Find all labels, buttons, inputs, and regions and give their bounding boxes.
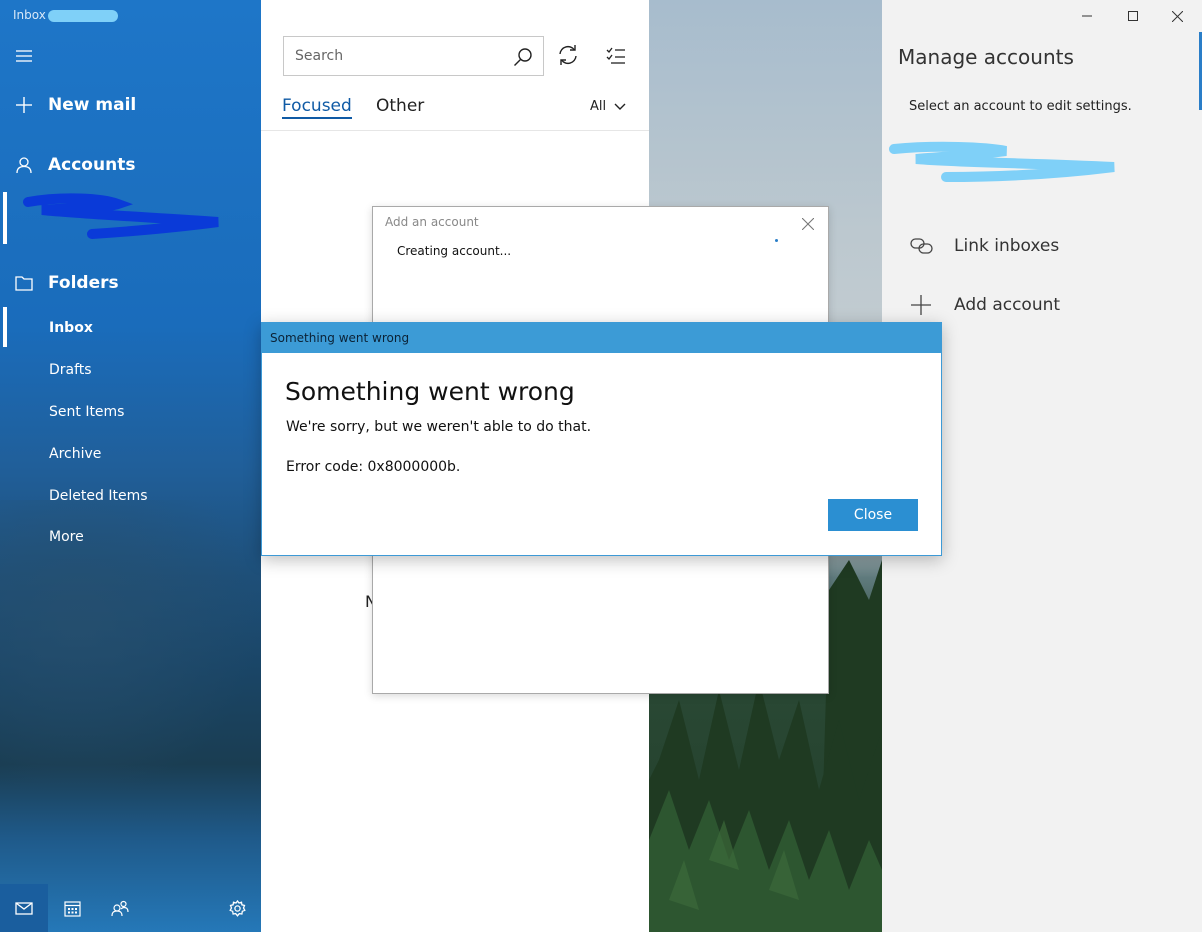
bottom-nav-spacer <box>144 884 213 932</box>
select-mode-icon[interactable] <box>605 44 627 66</box>
maximize-button[interactable] <box>1114 4 1152 28</box>
link-icon <box>910 237 954 255</box>
progress-spinner <box>775 239 778 242</box>
mail-icon <box>15 901 33 915</box>
link-inboxes-button[interactable]: Link inboxes <box>910 236 1059 256</box>
close-icon <box>1171 10 1183 22</box>
maximize-icon <box>1128 11 1138 21</box>
folders-button[interactable]: Folders <box>0 270 261 296</box>
calendar-nav-button[interactable] <box>48 884 96 932</box>
close-button[interactable]: Close <box>828 499 918 531</box>
accounts-button[interactable]: Accounts <box>0 152 261 178</box>
error-heading: Something went wrong <box>285 377 575 406</box>
people-icon <box>111 900 129 916</box>
filter-label: All <box>590 99 607 114</box>
calendar-icon <box>63 900 81 917</box>
folder-item-inbox[interactable]: Inbox <box>0 317 261 339</box>
window-titlebar <box>882 0 1202 32</box>
settings-nav-button[interactable] <box>213 884 261 932</box>
window-title: Inbox <box>13 8 118 22</box>
folder-item-sent-items[interactable]: Sent Items <box>0 401 261 423</box>
folder-item-deleted-items[interactable]: Deleted Items <box>0 485 261 507</box>
add-account-label: Add account <box>954 295 1061 315</box>
search-input[interactable] <box>284 47 504 65</box>
manage-accounts-subtitle: Select an account to edit settings. <box>909 99 1132 114</box>
new-mail-label: New mail <box>48 95 137 115</box>
settings-icon <box>228 899 246 917</box>
chevron-down-icon <box>614 103 626 110</box>
minimize-button[interactable] <box>1068 4 1106 28</box>
folder-item-drafts[interactable]: Drafts <box>0 359 261 381</box>
folder-item-archive[interactable]: Archive <box>0 443 261 465</box>
person-icon <box>0 156 48 174</box>
folder-icon <box>0 275 48 291</box>
sidebar: Inbox New mail Accounts Folders Inbox Dr… <box>0 0 261 932</box>
folders-label: Folders <box>48 273 119 293</box>
add-account-button[interactable]: Add account <box>910 294 1060 316</box>
sync-icon[interactable] <box>557 44 579 66</box>
minimize-icon <box>1082 15 1092 17</box>
error-message: We're sorry, but we weren't able to do t… <box>286 419 592 435</box>
error-dialog: Something went wrong Something went wron… <box>261 322 942 556</box>
search-box <box>283 36 544 76</box>
window-close-button[interactable] <box>1158 4 1196 28</box>
redacted-account-entry[interactable] <box>886 137 1126 187</box>
tab-focused[interactable]: Focused <box>282 96 352 119</box>
hamburger-button[interactable] <box>0 44 261 68</box>
redacted-account[interactable] <box>22 192 227 242</box>
filter-dropdown[interactable]: All <box>590 99 626 114</box>
bottom-nav <box>0 884 261 932</box>
link-inboxes-label: Link inboxes <box>954 236 1060 256</box>
add-account-close-button[interactable] <box>801 215 815 234</box>
plus-icon <box>0 96 48 114</box>
new-mail-button[interactable]: New mail <box>0 92 261 118</box>
error-code: Error code: 0x8000000b. <box>286 459 461 475</box>
accounts-label: Accounts <box>48 155 136 175</box>
people-nav-button[interactable] <box>96 884 144 932</box>
folder-item-more[interactable]: More <box>0 526 261 548</box>
add-account-title: Add an account <box>385 215 479 229</box>
mail-nav-button[interactable] <box>0 884 48 932</box>
hamburger-icon <box>0 49 48 63</box>
account-selection-indicator <box>3 192 7 244</box>
redacted-email <box>47 9 118 22</box>
close-icon <box>801 217 815 231</box>
manage-accounts-title: Manage accounts <box>898 45 1074 69</box>
error-dialog-titlebar: Something went wrong <box>262 323 941 353</box>
plus-icon <box>910 294 954 316</box>
list-divider <box>261 130 649 131</box>
search-icon[interactable] <box>513 47 533 67</box>
add-account-status: Creating account... <box>397 244 512 258</box>
tab-other[interactable]: Other <box>376 96 424 116</box>
